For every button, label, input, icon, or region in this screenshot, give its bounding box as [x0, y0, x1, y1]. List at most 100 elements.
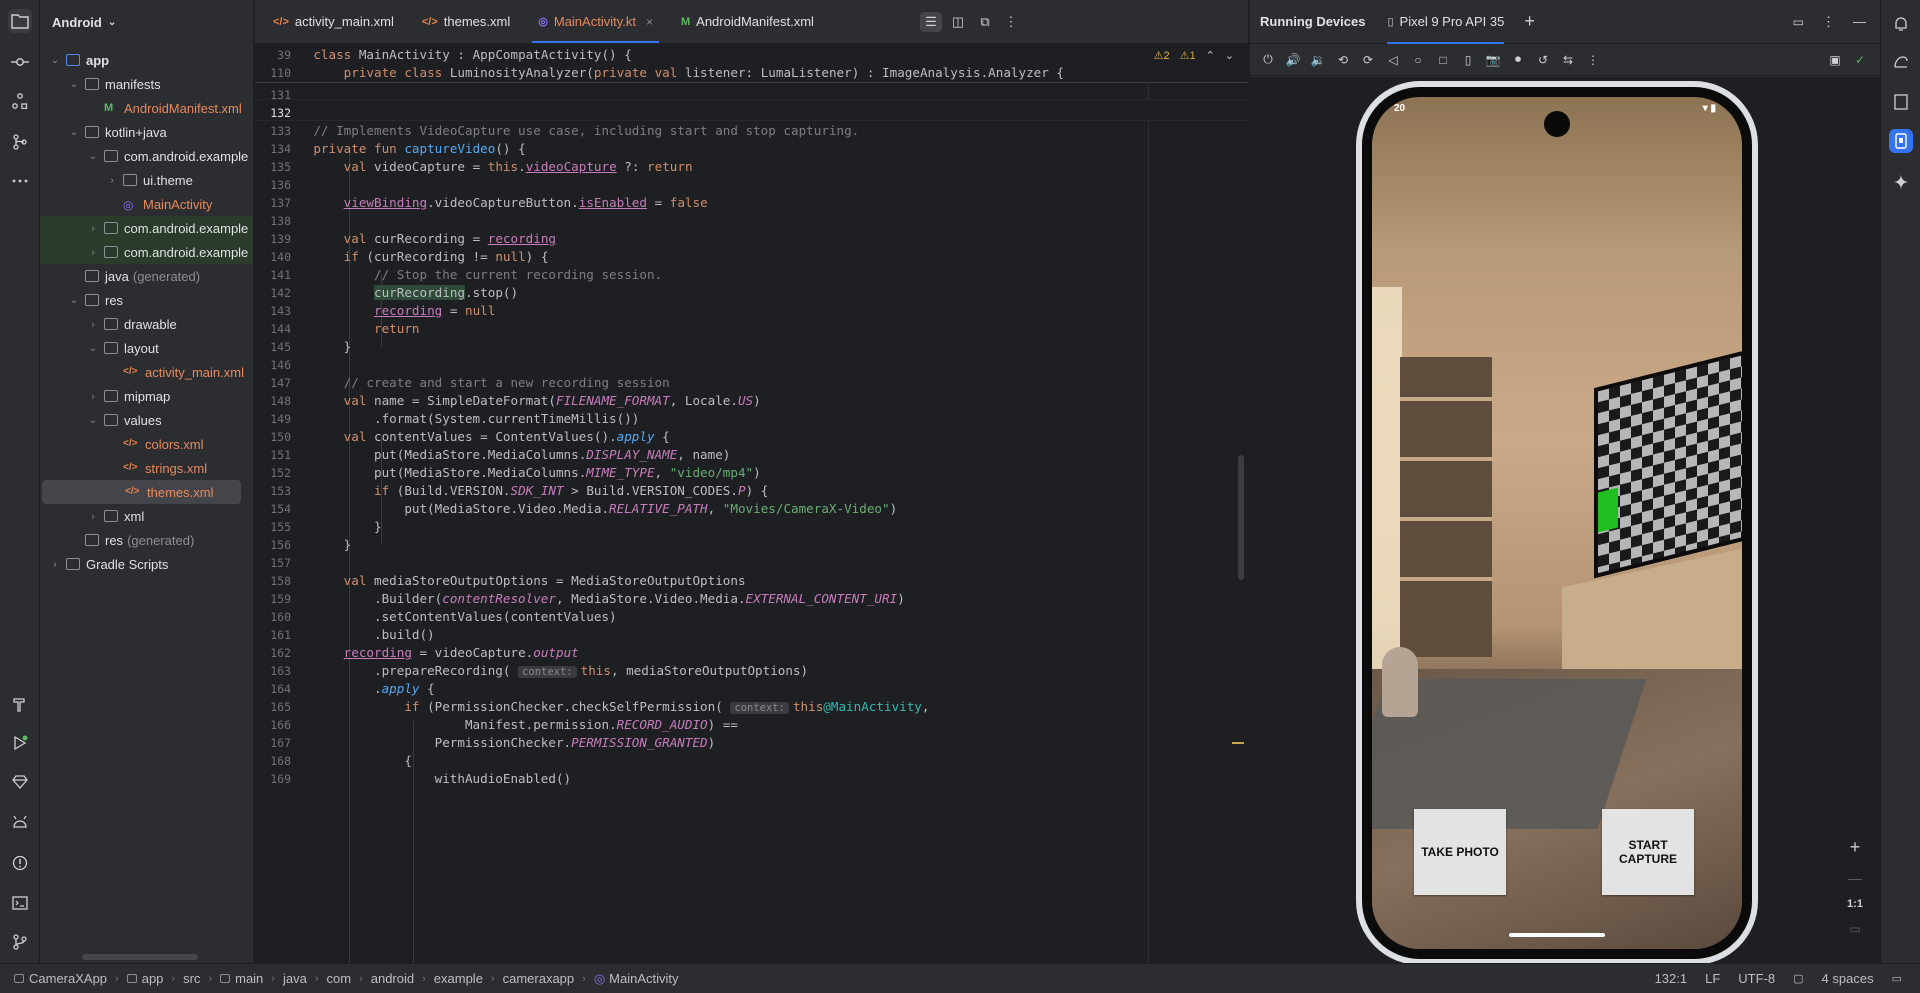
- code-line[interactable]: {: [283, 753, 412, 768]
- code-line[interactable]: val contentValues = ContentValues().appl…: [283, 429, 670, 444]
- notifications-icon[interactable]: [1889, 12, 1913, 36]
- chevron-right-icon[interactable]: ›: [105, 175, 119, 186]
- chevron-down-icon[interactable]: ⌄: [67, 127, 81, 138]
- fit-screen-icon[interactable]: ▭: [1849, 922, 1860, 936]
- editor-tab[interactable]: </> themes.xml: [408, 0, 524, 43]
- terminal-icon[interactable]: [8, 891, 32, 915]
- build-hammer-icon[interactable]: [8, 692, 32, 716]
- gem-icon[interactable]: [8, 770, 32, 794]
- code-line[interactable]: }: [283, 339, 352, 354]
- more-tools-icon[interactable]: [8, 169, 32, 193]
- gemini-sparkle-icon[interactable]: [1889, 170, 1913, 194]
- gradle-icon[interactable]: [1889, 50, 1913, 74]
- inspection-widget[interactable]: ⚠2 ⚠1 ⌃ ⌄: [1154, 49, 1234, 62]
- code-line[interactable]: .setContentValues(contentValues): [283, 609, 617, 624]
- split-view-icon[interactable]: ◫: [947, 12, 969, 32]
- chevron-down-icon[interactable]: ⌄: [86, 151, 100, 162]
- caret-position[interactable]: 132:1: [1655, 971, 1688, 986]
- code-line[interactable]: val curRecording = recording: [283, 231, 556, 246]
- zoom-actual-size-button[interactable]: 1:1: [1847, 898, 1863, 910]
- overview-icon[interactable]: □: [1435, 52, 1451, 68]
- tree-item[interactable]: › xml: [40, 504, 253, 528]
- line-separator[interactable]: LF: [1705, 971, 1720, 986]
- code-line[interactable]: // create and start a new recording sess…: [283, 375, 670, 390]
- minimize-icon[interactable]: —: [1853, 14, 1866, 29]
- zoom-in-button[interactable]: +: [1850, 837, 1861, 858]
- more-options-icon[interactable]: ⋮: [1822, 14, 1835, 30]
- code-line[interactable]: Manifest.permission.RECORD_AUDIO) ==: [283, 717, 738, 732]
- indent-setting[interactable]: 4 spaces: [1822, 971, 1874, 986]
- vcs-branch-icon[interactable]: [8, 130, 32, 154]
- git-icon[interactable]: [8, 930, 32, 954]
- code-line[interactable]: // Implements VideoCapture use case, inc…: [283, 123, 859, 138]
- sticky-code-line[interactable]: class MainActivity : AppCompatActivity()…: [283, 47, 631, 62]
- running-devices-icon[interactable]: [1889, 129, 1913, 153]
- code-line[interactable]: // Stop the current recording session.: [283, 267, 662, 282]
- code-line[interactable]: recording = null: [283, 303, 495, 318]
- device-manager-icon[interactable]: ▣: [1827, 52, 1843, 68]
- volume-up-icon[interactable]: 🔊: [1285, 52, 1301, 68]
- record-icon[interactable]: ⏺: [1510, 52, 1526, 68]
- code-line[interactable]: if (PermissionChecker.checkSelfPermissio…: [283, 699, 929, 714]
- tree-item[interactable]: </> activity_main.xml: [40, 360, 253, 384]
- chevron-down-icon[interactable]: ⌄: [86, 343, 100, 354]
- tree-item[interactable]: </> strings.xml: [40, 456, 253, 480]
- code-line[interactable]: put(MediaStore.MediaColumns.DISPLAY_NAME…: [283, 447, 730, 462]
- code-line[interactable]: recording = videoCapture.output: [283, 645, 579, 660]
- layout-icon[interactable]: ▭: [1793, 15, 1804, 29]
- code-line[interactable]: put(MediaStore.MediaColumns.MIME_TYPE, "…: [283, 465, 761, 480]
- tree-item[interactable]: › Gradle Scripts: [40, 552, 253, 576]
- code-line[interactable]: .format(System.currentTimeMillis()): [283, 411, 639, 426]
- editor-tab[interactable]: </> activity_main.xml: [259, 0, 408, 43]
- tree-item[interactable]: › com.android.example: [40, 216, 253, 240]
- android-icon[interactable]: [8, 810, 32, 834]
- chevron-down-icon[interactable]: ⌄: [67, 295, 81, 306]
- breadcrumb-item[interactable]: com: [327, 971, 352, 986]
- sticky-lines[interactable]: 39 class MainActivity : AppCompatActivit…: [255, 45, 1248, 83]
- tree-item[interactable]: › mipmap: [40, 384, 253, 408]
- tree-item[interactable]: › ui.theme: [40, 168, 253, 192]
- design-view-icon[interactable]: ⧉: [974, 12, 996, 32]
- tree-item[interactable]: › drawable: [40, 312, 253, 336]
- tree-item[interactable]: ⌄ kotlin+java: [40, 120, 253, 144]
- reset-icon[interactable]: ↺: [1535, 52, 1551, 68]
- close-tab-icon[interactable]: ×: [646, 15, 653, 29]
- chevron-right-icon[interactable]: ›: [48, 559, 62, 570]
- rotate-right-icon[interactable]: ⟳: [1360, 52, 1376, 68]
- chevron-down-icon[interactable]: ⌄: [48, 55, 62, 66]
- checkmark-icon[interactable]: ✓: [1852, 52, 1868, 68]
- code-line[interactable]: .prepareRecording( context: this, mediaSt…: [283, 663, 808, 678]
- chevron-down-icon[interactable]: ⌄: [1225, 49, 1234, 62]
- code-line[interactable]: viewBinding.videoCaptureButton.isEnabled…: [283, 195, 708, 210]
- breadcrumb-item[interactable]: ◎ MainActivity: [594, 971, 679, 987]
- warning-stripe-marker[interactable]: [1232, 742, 1244, 744]
- take-photo-button[interactable]: TAKE PHOTO: [1414, 809, 1506, 895]
- rotate-left-icon[interactable]: ⟲: [1335, 52, 1351, 68]
- mirror-icon[interactable]: ⇆: [1560, 52, 1576, 68]
- vertical-scrollbar[interactable]: [1238, 455, 1244, 580]
- power-icon[interactable]: ⏻: [1260, 52, 1276, 68]
- chevron-down-icon[interactable]: ⌄: [86, 415, 100, 426]
- chevron-down-icon[interactable]: ⌄: [67, 79, 81, 90]
- editor-tab[interactable]: ◎ MainActivity.kt ×: [524, 0, 667, 43]
- code-line[interactable]: return: [283, 321, 420, 336]
- chevron-right-icon[interactable]: ›: [86, 223, 100, 234]
- breadcrumb-item[interactable]: cameraxapp: [503, 971, 575, 986]
- tree-item[interactable]: › com.android.example: [40, 240, 253, 264]
- tree-item[interactable]: </> colors.xml: [40, 432, 253, 456]
- more-options-icon[interactable]: ⋮: [1000, 12, 1022, 32]
- tree-item[interactable]: java (generated): [40, 264, 253, 288]
- code-line[interactable]: if (curRecording != null) {: [283, 249, 549, 264]
- commit-icon[interactable]: [8, 50, 32, 74]
- tree-item[interactable]: res (generated): [40, 528, 253, 552]
- code-line[interactable]: private fun captureVideo() {: [283, 141, 525, 156]
- breadcrumb-item[interactable]: example: [434, 971, 483, 986]
- code-line[interactable]: val videoCapture = this.videoCapture ?: …: [283, 159, 693, 174]
- tree-item[interactable]: ⌄ res: [40, 288, 253, 312]
- code-line[interactable]: .Builder(contentResolver, MediaStore.Vid…: [283, 591, 905, 606]
- code-line[interactable]: }: [283, 537, 352, 552]
- tree-item[interactable]: ◎ MainActivity: [40, 192, 253, 216]
- horizontal-scrollbar[interactable]: [82, 954, 198, 960]
- start-capture-button[interactable]: START CAPTURE: [1602, 809, 1694, 895]
- screenshot-icon[interactable]: 📷: [1485, 52, 1501, 68]
